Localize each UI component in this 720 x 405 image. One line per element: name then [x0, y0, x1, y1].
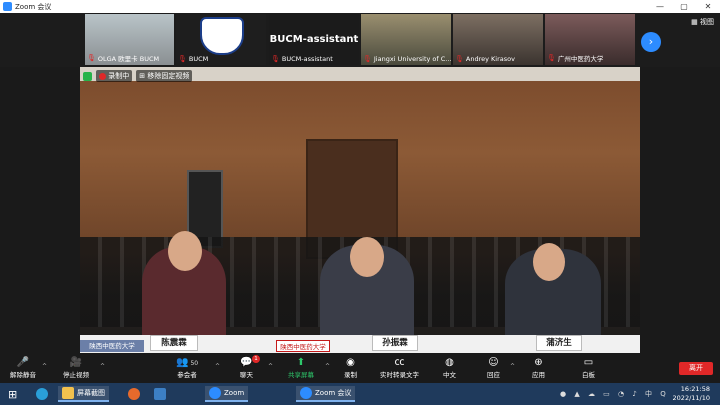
mic-muted-icon: 🎙: [547, 54, 556, 62]
firefox-taskbar-icon[interactable]: [128, 386, 140, 402]
taskbar-item-zoom-meeting[interactable]: Zoom 会议: [296, 386, 356, 402]
participant-tile[interactable]: 🎙 Jiangxi University of C...: [361, 14, 451, 65]
participant-tile[interactable]: 🎙 广州中医药大学: [545, 14, 635, 65]
pin-icon: ⊞: [139, 72, 146, 80]
participant-label: 🎙 广州中医药大学: [547, 54, 604, 63]
meeting-toolbar: 🎤 解除静音 ^ 🎥 停止视频 ^ 👥 50 参会者 ^ 💬 1 聊天 ^ ⬆ 共享屏幕 ^ …: [0, 353, 720, 383]
minimize-button[interactable]: —: [648, 2, 672, 11]
main-video[interactable]: 陕西中医药大学 陕西中医药大学 陈震霖 孙振霖 蒲济生 录制中 ⊞ 移除固定视频: [80, 67, 640, 353]
os-taskbar: ⊞ 屏幕截图 Zoom Zoom 会议 ● ▲ ☁ ▭ ◔ ♪ 中 Q 16:2…: [0, 383, 720, 405]
recording-bar: 录制中 ⊞ 移除固定视频: [83, 70, 193, 82]
apps-button[interactable]: ⊕ 应用: [532, 356, 545, 379]
maximize-button[interactable]: ▢: [672, 2, 696, 11]
clock-time: 16:21:58: [680, 385, 710, 393]
school-label: 陕西中医药大学: [276, 340, 330, 352]
participants-button[interactable]: 👥 50 参会者: [176, 356, 198, 379]
unmute-button[interactable]: 🎤 解除静音: [10, 356, 36, 379]
photos-taskbar-icon[interactable]: [154, 386, 166, 402]
recording-status[interactable]: 录制中: [96, 70, 133, 82]
audio-options-caret[interactable]: ^: [42, 363, 47, 370]
participant-tile[interactable]: 🎙 Andrey Kirasov: [453, 14, 543, 65]
camera-icon: 🎥: [69, 357, 83, 368]
apps-icon: ⊕: [534, 357, 543, 368]
globe-icon: ◍: [445, 357, 454, 368]
clock-date: 2022/11/10: [672, 394, 710, 402]
stop-video-button[interactable]: 🎥 停止视频: [63, 356, 89, 379]
system-tray-icons[interactable]: ● ▲ ☁ ▭ ◔ ♪ 中 Q: [560, 389, 669, 399]
chat-button[interactable]: 💬 1 聊天: [240, 355, 260, 379]
taskbar-item-zoom[interactable]: Zoom: [205, 386, 249, 402]
nameplate: 蒲济生: [536, 335, 582, 351]
participant-label: 🎙 OLGA 欧里卡 BUCM: [87, 54, 160, 63]
whiteboard-button[interactable]: ▭ 白板: [582, 356, 595, 379]
share-options-caret[interactable]: ^: [325, 363, 330, 370]
chat-options-caret[interactable]: ^: [268, 363, 273, 370]
share-screen-button[interactable]: ⬆ 共享屏幕: [288, 356, 314, 379]
reactions-options-caret[interactable]: ^: [510, 363, 515, 370]
mic-muted-icon: 🎙: [455, 55, 464, 63]
leave-button[interactable]: 离开: [679, 362, 713, 375]
mic-muted-icon: 🎙: [271, 55, 280, 63]
record-button[interactable]: ◉ 录制: [344, 356, 357, 379]
head-right: [533, 243, 565, 281]
mic-muted-icon: 🎙: [363, 55, 372, 63]
record-icon: ◉: [346, 357, 355, 368]
close-button[interactable]: ✕: [696, 2, 720, 11]
cc-icon: ㏄: [394, 357, 405, 368]
participant-tile[interactable]: BUCM-assistant 🎙 BUCM-assistant: [269, 14, 359, 65]
window-titlebar: Zoom 会议 — ▢ ✕: [0, 0, 720, 13]
participants-options-caret[interactable]: ^: [215, 363, 220, 370]
unpin-video-button[interactable]: ⊞ 移除固定视频: [136, 70, 193, 82]
head-center: [350, 237, 384, 277]
participant-label: 🎙 BUCM-assistant: [271, 55, 333, 63]
next-page-button[interactable]: ›: [641, 32, 661, 52]
participant-strip: 🎙 OLGA 欧里卡 BUCM 🎙 BUCM BUCM-assistant 🎙 BUC…: [0, 13, 720, 67]
chat-badge: 1: [252, 355, 260, 363]
people-icon: 👥 50: [176, 357, 199, 368]
start-button[interactable]: ⊞: [8, 386, 17, 402]
reactions-button[interactable]: ☺ 回应: [487, 356, 500, 379]
nameplate: 孙振霖: [372, 335, 418, 351]
zoom-logo-icon: [3, 2, 12, 11]
video-options-caret[interactable]: ^: [100, 363, 105, 370]
participant-label: 🎙 Jiangxi University of C...: [363, 55, 451, 63]
windows-icon: ⊞: [8, 387, 18, 401]
smiley-icon: ☺: [488, 357, 499, 368]
recording-icon: [99, 72, 106, 80]
captions-button[interactable]: ㏄实时转录文字: [380, 356, 419, 379]
window-controls: — ▢ ✕: [648, 2, 720, 11]
participant-label: 🎙 BUCM: [178, 55, 209, 63]
university-logo: [200, 17, 244, 55]
mic-muted-icon: 🎙: [87, 54, 96, 62]
share-screen-icon: ⬆: [296, 357, 306, 368]
taskbar-item-screenshot[interactable]: 屏幕截图: [58, 386, 109, 402]
participant-tile[interactable]: 🎙 BUCM: [176, 14, 266, 65]
language-button[interactable]: ◍ 中文: [443, 356, 456, 379]
window-title: Zoom 会议: [15, 2, 52, 11]
chevron-right-icon: ›: [648, 35, 654, 48]
participant-label: 🎙 Andrey Kirasov: [455, 55, 515, 63]
participant-big-name: BUCM-assistant: [269, 34, 359, 45]
whiteboard-icon: ▭: [583, 357, 594, 368]
school-label: 陕西中医药大学: [80, 340, 144, 352]
security-shield-icon[interactable]: [83, 71, 92, 81]
system-clock[interactable]: 16:21:58 2022/11/10: [673, 385, 710, 403]
head-left: [168, 231, 202, 271]
mic-muted-icon: 🎙: [178, 55, 187, 63]
edge-taskbar-icon[interactable]: [36, 386, 48, 402]
participant-tile[interactable]: 🎙 OLGA 欧里卡 BUCM: [85, 14, 174, 65]
ime-indicator[interactable]: 中: [645, 390, 655, 398]
mic-muted-icon: 🎤: [16, 357, 30, 368]
nameplate: 陈震霖: [150, 335, 198, 351]
view-button[interactable]: ▦ 视图: [691, 17, 714, 27]
grid-icon: ▦: [691, 18, 698, 26]
